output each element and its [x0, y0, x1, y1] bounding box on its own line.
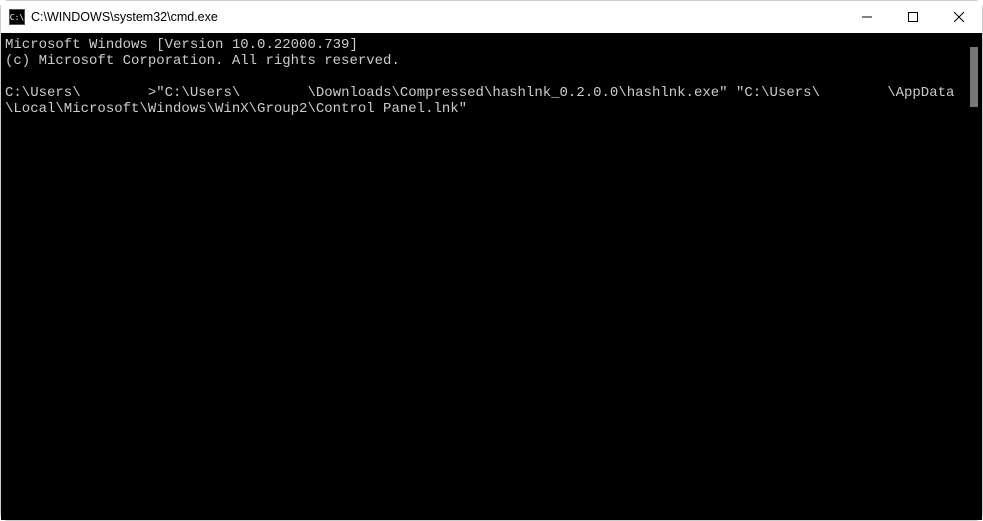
cmd-icon: C:\ — [9, 9, 25, 25]
terminal-area: Microsoft Windows [Version 10.0.22000.73… — [1, 33, 982, 520]
command-part-1: "C:\Users\ — [156, 85, 240, 101]
scrollbar-thumb[interactable] — [970, 47, 978, 107]
window-title: C:\WINDOWS\system32\cmd.exe — [31, 10, 218, 24]
prompt-gt: > — [148, 85, 156, 101]
version-line: Microsoft Windows [Version 10.0.22000.73… — [5, 37, 358, 53]
redacted-username — [240, 85, 307, 101]
close-button[interactable] — [936, 1, 982, 33]
terminal-output[interactable]: Microsoft Windows [Version 10.0.22000.73… — [1, 33, 966, 520]
redacted-username — [820, 85, 887, 101]
command-part-2: \Downloads\Compressed\hashlnk_0.2.0.0\ha… — [307, 85, 819, 101]
redacted-username — [81, 85, 148, 101]
maximize-button[interactable] — [890, 1, 936, 33]
prompt-path-prefix: C:\Users\ — [5, 85, 81, 101]
minimize-button[interactable] — [844, 1, 890, 33]
copyright-line: (c) Microsoft Corporation. All rights re… — [5, 53, 400, 69]
window-titlebar: C:\ C:\WINDOWS\system32\cmd.exe — [1, 1, 982, 33]
vertical-scrollbar[interactable] — [966, 33, 982, 520]
